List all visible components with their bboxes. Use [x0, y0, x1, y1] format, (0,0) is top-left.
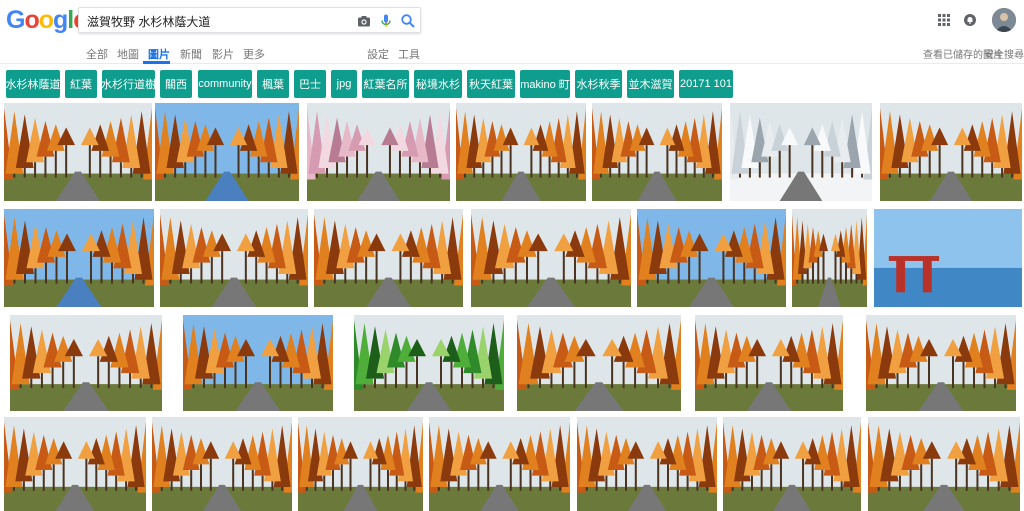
- search-icon[interactable]: [400, 13, 416, 29]
- image-result-torii-in-lake[interactable]: [874, 209, 1022, 307]
- active-tab-indicator: [143, 61, 170, 64]
- chip[interactable]: 水杉林蔭道: [6, 70, 61, 98]
- logo-letter: G: [6, 6, 25, 34]
- camera-icon[interactable]: [356, 13, 372, 29]
- image-result-orange-tunnel-dim[interactable]: [429, 417, 570, 511]
- image-result-tall-trees-curve[interactable]: [160, 209, 308, 307]
- logo-letter: g: [53, 6, 68, 34]
- image-result-avenue-with-car[interactable]: [471, 209, 631, 307]
- chip[interactable]: 楓葉: [257, 70, 289, 98]
- chip[interactable]: 秋天紅葉: [467, 70, 515, 98]
- logo-letter: o: [24, 6, 39, 34]
- search-tabs: 全部 地圖 圖片 新聞 影片 更多 設定 工具 查看已儲存的圖片 安全搜尋 ▾: [0, 40, 1024, 64]
- chip[interactable]: 秘境水杉: [414, 70, 462, 98]
- tab-images[interactable]: 圖片: [148, 46, 170, 62]
- tab-all[interactable]: 全部: [86, 46, 108, 62]
- header-right: [936, 8, 1016, 32]
- chip[interactable]: makino 町: [520, 70, 570, 98]
- tab-news[interactable]: 新聞: [180, 46, 202, 62]
- logo-letter: o: [38, 6, 54, 34]
- chip[interactable]: 關西: [160, 70, 192, 98]
- image-result-orange-trees-blue-sky[interactable]: [4, 209, 154, 307]
- image-result-road-to-hills[interactable]: [298, 417, 423, 511]
- mic-icon[interactable]: [378, 13, 394, 29]
- image-result-snowy-avenue[interactable]: [730, 103, 872, 201]
- chip[interactable]: 巴士: [294, 70, 326, 98]
- google-logo[interactable]: Google: [6, 6, 87, 35]
- image-result-trees-white-sky[interactable]: [183, 315, 333, 411]
- avatar[interactable]: [992, 8, 1016, 32]
- chip[interactable]: 20171 101: [679, 70, 733, 98]
- image-result-dense-orange-avenue[interactable]: [314, 209, 463, 307]
- tab-settings[interactable]: 設定: [367, 46, 389, 62]
- image-result-watermarked-avenue[interactable]: [695, 315, 843, 411]
- image-result-avenue-with-blue-road[interactable]: [155, 103, 299, 201]
- tab-tools[interactable]: 工具: [398, 46, 420, 62]
- image-result-dense-orange-forest[interactable]: [723, 417, 861, 511]
- notifications-icon[interactable]: [962, 12, 978, 28]
- image-result-curved-orange-road[interactable]: [880, 103, 1022, 201]
- search-input[interactable]: 滋賀牧野 水杉林蔭大道: [87, 13, 210, 30]
- chip[interactable]: 水杉秋季: [575, 70, 622, 98]
- image-result-motorcycle-on-road[interactable]: [517, 315, 681, 411]
- image-result-sunny-orange-avenue[interactable]: [866, 315, 1016, 411]
- image-result-orange-avenue-dusk[interactable]: [592, 103, 722, 201]
- chip[interactable]: 紅葉: [65, 70, 97, 98]
- tab-more[interactable]: 更多: [243, 46, 265, 62]
- image-result-cherry-blossom-avenue[interactable]: [307, 103, 450, 201]
- image-result-orange-avenue[interactable]: [4, 103, 152, 201]
- tab-maps[interactable]: 地圖: [117, 46, 139, 62]
- image-result-dark-avenue-cars[interactable]: [868, 417, 1020, 511]
- chip[interactable]: community: [198, 70, 252, 98]
- apps-grid-icon[interactable]: [936, 12, 952, 28]
- image-result-narrow-orange-path[interactable]: [792, 209, 867, 307]
- tab-videos[interactable]: 影片: [212, 46, 234, 62]
- related-search-chips: 水杉林蔭道 紅葉 水杉行道樹 關西 community 楓葉 巴士 jpg 紅葉…: [0, 70, 1024, 98]
- chip[interactable]: 紅葉名所: [362, 70, 409, 98]
- chip[interactable]: 並木滋賀: [627, 70, 674, 98]
- image-result-bare-trees[interactable]: [4, 417, 146, 511]
- image-result-tunnel-orange[interactable]: [10, 315, 162, 411]
- image-result-orange-field[interactable]: [152, 417, 292, 511]
- image-result-avenue-with-sign[interactable]: [456, 103, 586, 201]
- chip[interactable]: 水杉行道樹: [101, 70, 156, 98]
- image-results-grid: [0, 103, 1024, 511]
- search-box[interactable]: 滋賀牧野 水杉林蔭大道: [78, 7, 421, 33]
- safe-search-dropdown[interactable]: 安全搜尋 ▾: [984, 46, 1024, 61]
- image-result-green-avenue[interactable]: [354, 315, 504, 411]
- image-result-tall-trees-sky[interactable]: [637, 209, 786, 307]
- header: Google 滋賀牧野 水杉林蔭大道: [0, 0, 1024, 40]
- image-result-orange-corridor[interactable]: [577, 417, 717, 511]
- chip[interactable]: jpg: [331, 70, 357, 98]
